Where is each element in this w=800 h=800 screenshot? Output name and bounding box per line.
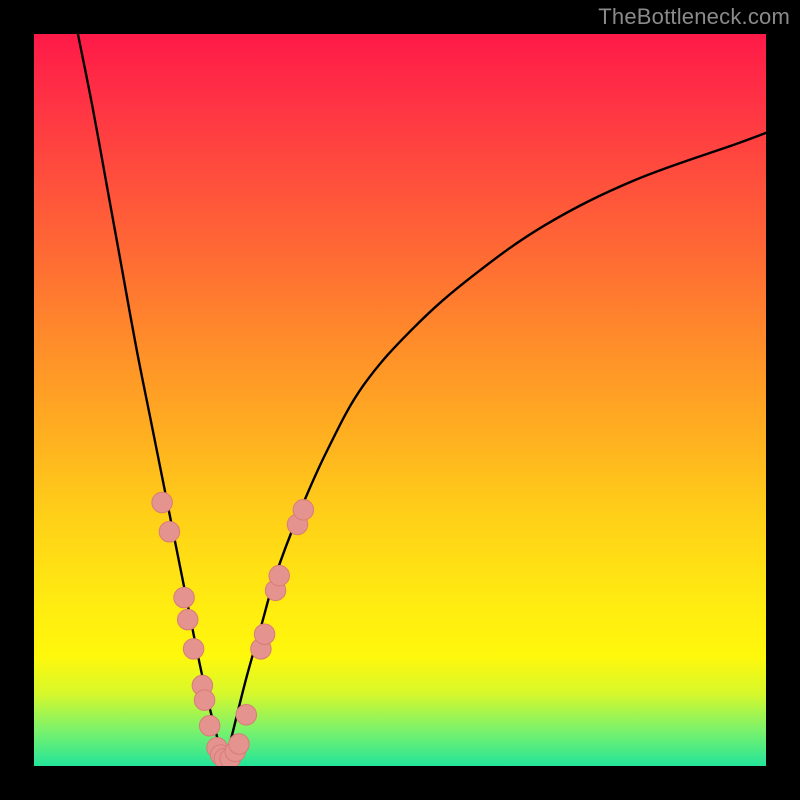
- sample-point: [183, 639, 203, 659]
- chart-frame: TheBottleneck.com: [0, 0, 800, 800]
- sample-point: [236, 705, 256, 725]
- curve-left: [78, 34, 224, 766]
- sample-point: [229, 734, 249, 754]
- sample-point: [254, 624, 274, 644]
- sample-point: [194, 690, 214, 710]
- curves-layer: [34, 34, 766, 766]
- sample-point: [293, 500, 313, 520]
- plot-area: [34, 34, 766, 766]
- sample-point: [152, 492, 172, 512]
- sample-point: [269, 565, 289, 585]
- sample-point: [177, 609, 197, 629]
- curve-right: [224, 133, 766, 766]
- watermark-text: TheBottleneck.com: [598, 4, 790, 30]
- left-curve: [78, 34, 224, 766]
- sample-point: [159, 522, 179, 542]
- right-curve: [224, 133, 766, 766]
- sample-point: [199, 715, 219, 735]
- sample-point: [174, 587, 194, 607]
- sample-markers: [152, 492, 314, 766]
